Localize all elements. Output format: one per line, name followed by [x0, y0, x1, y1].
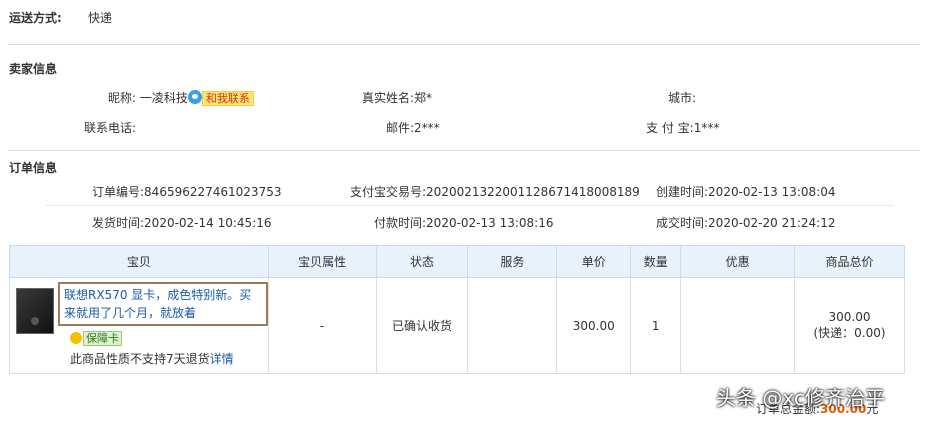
product-cell: 联想RX570 显卡，成色特别新。买来就用了几个月，就放着 保障卡 此商品性质不…: [9, 277, 269, 374]
column-header: 优惠: [680, 245, 796, 278]
divider: [46, 205, 894, 206]
detail-link[interactable]: 详情: [210, 352, 234, 366]
shipped-value: 2020-02-14 10:45:16: [144, 216, 272, 230]
column-header: 商品总价: [794, 245, 905, 278]
alipay-row: 支 付 宝:1***: [646, 119, 719, 136]
product-title-link[interactable]: 联想RX570 显卡，成色特别新。买来就用了几个月，就放着: [58, 282, 268, 326]
table-header-row: 宝贝 宝贝属性 状态 服务 单价 数量 优惠 商品总价: [9, 245, 905, 278]
realname-row: 真实姓名:郑*: [362, 89, 432, 106]
order-no-value: 846596227461023753: [144, 185, 282, 199]
guarantee-label: 保障卡: [83, 331, 122, 346]
divider: [8, 44, 920, 45]
email-row: 邮件:2***: [386, 119, 440, 136]
realname-value: 郑*: [414, 91, 433, 105]
city-row: 城市:: [668, 89, 696, 106]
order-heading: 订单信息: [9, 161, 58, 175]
table-row: 联想RX570 显卡，成色特别新。买来就用了几个月，就放着 保障卡 此商品性质不…: [9, 277, 905, 374]
email-value: 2***: [414, 121, 440, 135]
alipay-trade-row: 支付宝交易号:2020021322001128671418008189: [350, 183, 640, 200]
watermark-text: 头条 @xc修齐治平: [716, 386, 885, 410]
column-header: 单价: [556, 245, 632, 278]
completed-value: 2020-02-20 21:24:12: [708, 216, 836, 230]
shipping-label: 运送方式:: [9, 11, 62, 25]
total-cell: 300.00 (快递：0.00): [794, 277, 905, 374]
shipping-fee: (快递：0.00): [813, 326, 886, 340]
seller-nickname-row: 昵称: 一凌科技 和我联系: [108, 89, 254, 106]
alipay-trade-value: 2020021322001128671418008189: [426, 185, 640, 199]
wangwang-icon[interactable]: [187, 90, 202, 104]
no-return-text: 此商品性质不支持7天退货: [70, 352, 210, 366]
order-items-table: 宝贝 宝贝属性 状态 服务 单价 数量 优惠 商品总价 联想RX570 显卡，成…: [9, 245, 905, 374]
guarantee-badge[interactable]: 保障卡: [70, 330, 122, 346]
realname-label: 真实姓名:: [362, 91, 415, 105]
status-cell: 已确认收货: [375, 277, 469, 374]
contact-seller-button[interactable]: 和我联系: [201, 91, 254, 106]
product-thumbnail[interactable]: [16, 288, 54, 334]
email-label: 邮件:: [386, 121, 415, 135]
shipped-row: 发货时间:2020-02-14 10:45:16: [92, 214, 272, 231]
shipping-value: 快递: [88, 11, 113, 25]
column-header: 宝贝: [9, 245, 269, 278]
quantity-cell: 1: [630, 277, 682, 374]
attributes-cell: -: [267, 277, 377, 374]
alipay-trade-label: 支付宝交易号:: [350, 185, 427, 199]
phone-label: 联系电话:: [84, 121, 137, 135]
no-return-notice: 此商品性质不支持7天退货详情: [70, 350, 234, 367]
column-header: 数量: [630, 245, 682, 278]
created-value: 2020-02-13 13:08:04: [708, 185, 836, 199]
nickname-label: 昵称:: [108, 91, 137, 105]
seller-heading: 卖家信息: [9, 62, 58, 76]
column-header: 宝贝属性: [267, 245, 377, 278]
unit-price-cell: 300.00: [556, 277, 632, 374]
column-header: 服务: [467, 245, 558, 278]
created-label: 创建时间:: [656, 185, 709, 199]
discount-cell: [680, 277, 796, 374]
completed-label: 成交时间:: [656, 216, 709, 230]
shipped-label: 发货时间:: [92, 216, 145, 230]
city-label: 城市:: [668, 91, 697, 105]
item-total: 300.00: [828, 310, 871, 324]
alipay-value: 1***: [693, 121, 720, 135]
paid-value: 2020-02-13 13:08:16: [426, 216, 554, 230]
guarantee-icon: [70, 332, 82, 344]
alipay-label: 支 付 宝:: [646, 121, 694, 135]
divider: [8, 150, 920, 151]
created-row: 创建时间:2020-02-13 13:08:04: [656, 183, 836, 200]
completed-row: 成交时间:2020-02-20 21:24:12: [656, 214, 836, 231]
column-header: 状态: [375, 245, 469, 278]
phone-row: 联系电话:: [84, 119, 136, 136]
nickname-value: 一凌科技: [139, 91, 188, 105]
order-no-label: 订单编号:: [92, 185, 145, 199]
paid-label: 付款时间:: [374, 216, 427, 230]
service-cell: [467, 277, 558, 374]
paid-row: 付款时间:2020-02-13 13:08:16: [374, 214, 554, 231]
order-no-row: 订单编号:846596227461023753: [92, 183, 281, 200]
